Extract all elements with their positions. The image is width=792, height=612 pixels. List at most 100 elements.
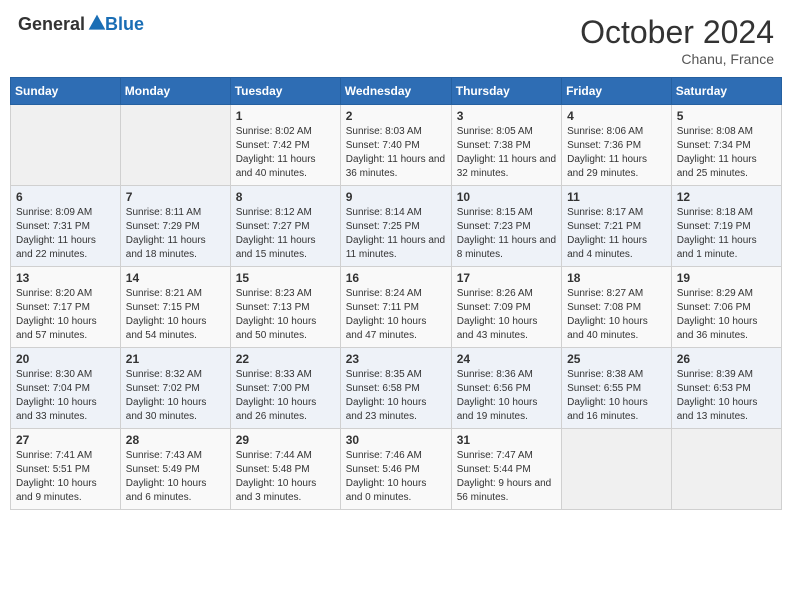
day-number: 16 [346,271,446,285]
calendar-day-cell: 28 Sunrise: 7:43 AM Sunset: 5:49 PM Dayli… [120,429,230,510]
day-info: Sunrise: 8:15 AM Sunset: 7:23 PM Dayligh… [457,206,556,262]
day-info: Sunrise: 8:09 AM Sunset: 7:31 PM Dayligh… [16,206,115,262]
day-number: 2 [346,109,446,123]
day-info: Sunrise: 8:39 AM Sunset: 6:53 PM Dayligh… [677,368,776,424]
day-info: Sunrise: 8:03 AM Sunset: 7:40 PM Dayligh… [346,125,446,181]
location-text: Chanu, France [580,51,774,67]
calendar-day-cell: 2 Sunrise: 8:03 AM Sunset: 7:40 PM Daylig… [340,105,451,186]
calendar-day-cell: 15 Sunrise: 8:23 AM Sunset: 7:13 PM Dayli… [230,267,340,348]
calendar-header-row: SundayMondayTuesdayWednesdayThursdayFrid… [11,78,782,105]
day-info: Sunrise: 8:38 AM Sunset: 6:55 PM Dayligh… [567,368,666,424]
day-of-week-header: Tuesday [230,78,340,105]
calendar-week-row: 6 Sunrise: 8:09 AM Sunset: 7:31 PM Daylig… [11,186,782,267]
day-info: Sunrise: 8:29 AM Sunset: 7:06 PM Dayligh… [677,287,776,343]
calendar-day-cell: 19 Sunrise: 8:29 AM Sunset: 7:06 PM Dayli… [671,267,781,348]
day-info: Sunrise: 8:18 AM Sunset: 7:19 PM Dayligh… [677,206,776,262]
calendar-table: SundayMondayTuesdayWednesdayThursdayFrid… [10,77,782,510]
day-number: 9 [346,190,446,204]
calendar-week-row: 27 Sunrise: 7:41 AM Sunset: 5:51 PM Dayli… [11,429,782,510]
day-number: 27 [16,433,115,447]
calendar-day-cell: 21Sunrise: 8:32 AM Sunset: 7:02 PM Dayli… [120,348,230,429]
day-info: Sunrise: 7:41 AM Sunset: 5:51 PM Dayligh… [16,449,115,505]
day-info: Sunrise: 8:26 AM Sunset: 7:09 PM Dayligh… [457,287,556,343]
day-number: 19 [677,271,776,285]
calendar-week-row: 1Sunrise: 8:02 AM Sunset: 7:42 PM Daylig… [11,105,782,186]
day-info: Sunrise: 7:47 AM Sunset: 5:44 PM Dayligh… [457,449,556,505]
day-info: Sunrise: 8:24 AM Sunset: 7:11 PM Dayligh… [346,287,446,343]
day-info: Sunrise: 8:33 AM Sunset: 7:00 PM Dayligh… [236,368,335,424]
calendar-day-cell: 22 Sunrise: 8:33 AM Sunset: 7:00 PM Dayli… [230,348,340,429]
day-number: 28 [126,433,225,447]
day-number: 7 [126,190,225,204]
calendar-day-cell: 11 Sunrise: 8:17 AM Sunset: 7:21 PM Dayli… [562,186,672,267]
day-info: Sunrise: 8:08 AM Sunset: 7:34 PM Dayligh… [677,125,776,181]
calendar-day-cell: 17 Sunrise: 8:26 AM Sunset: 7:09 PM Dayli… [451,267,561,348]
calendar-day-cell: 18 Sunrise: 8:27 AM Sunset: 7:08 PM Dayli… [562,267,672,348]
calendar-day-cell: 16 Sunrise: 8:24 AM Sunset: 7:11 PM Dayli… [340,267,451,348]
calendar-day-cell: 26 Sunrise: 8:39 AM Sunset: 6:53 PM Dayli… [671,348,781,429]
day-number: 13 [16,271,115,285]
calendar-day-cell: 12Sunrise: 8:18 AM Sunset: 7:19 PM Dayli… [671,186,781,267]
logo: General Blue [18,14,144,35]
day-info: Sunrise: 8:27 AM Sunset: 7:08 PM Dayligh… [567,287,666,343]
calendar-day-cell: 27 Sunrise: 7:41 AM Sunset: 5:51 PM Dayli… [11,429,121,510]
calendar-day-cell: 30Sunrise: 7:46 AM Sunset: 5:46 PM Dayli… [340,429,451,510]
day-of-week-header: Monday [120,78,230,105]
day-info: Sunrise: 8:21 AM Sunset: 7:15 PM Dayligh… [126,287,225,343]
day-number: 17 [457,271,556,285]
day-number: 15 [236,271,335,285]
calendar-day-cell: 29Sunrise: 7:44 AM Sunset: 5:48 PM Dayli… [230,429,340,510]
day-info: Sunrise: 8:20 AM Sunset: 7:17 PM Dayligh… [16,287,115,343]
day-info: Sunrise: 7:43 AM Sunset: 5:49 PM Dayligh… [126,449,225,505]
calendar-day-cell: 20 Sunrise: 8:30 AM Sunset: 7:04 PM Dayli… [11,348,121,429]
calendar-day-cell: 7Sunrise: 8:11 AM Sunset: 7:29 PM Daylig… [120,186,230,267]
logo-icon [87,13,107,33]
day-info: Sunrise: 7:46 AM Sunset: 5:46 PM Dayligh… [346,449,446,505]
logo-general-text: General [18,14,85,35]
day-number: 31 [457,433,556,447]
day-number: 25 [567,352,666,366]
day-of-week-header: Wednesday [340,78,451,105]
calendar-week-row: 20 Sunrise: 8:30 AM Sunset: 7:04 PM Dayli… [11,348,782,429]
day-number: 20 [16,352,115,366]
day-number: 1 [236,109,335,123]
day-info: Sunrise: 8:14 AM Sunset: 7:25 PM Dayligh… [346,206,446,262]
day-number: 5 [677,109,776,123]
day-number: 22 [236,352,335,366]
calendar-day-cell: 10 Sunrise: 8:15 AM Sunset: 7:23 PM Dayli… [451,186,561,267]
calendar-day-cell: 31 Sunrise: 7:47 AM Sunset: 5:44 PM Dayli… [451,429,561,510]
calendar-day-cell: 25 Sunrise: 8:38 AM Sunset: 6:55 PM Dayli… [562,348,672,429]
calendar-day-cell: 4Sunrise: 8:06 AM Sunset: 7:36 PM Daylig… [562,105,672,186]
month-title: October 2024 [580,14,774,51]
calendar-day-cell: 9 Sunrise: 8:14 AM Sunset: 7:25 PM Daylig… [340,186,451,267]
day-info: Sunrise: 8:35 AM Sunset: 6:58 PM Dayligh… [346,368,446,424]
day-info: Sunrise: 8:05 AM Sunset: 7:38 PM Dayligh… [457,125,556,181]
calendar-day-cell [562,429,672,510]
day-info: Sunrise: 8:32 AM Sunset: 7:02 PM Dayligh… [126,368,225,424]
day-number: 26 [677,352,776,366]
calendar-week-row: 13 Sunrise: 8:20 AM Sunset: 7:17 PM Dayli… [11,267,782,348]
day-info: Sunrise: 8:06 AM Sunset: 7:36 PM Dayligh… [567,125,666,181]
calendar-day-cell: 14 Sunrise: 8:21 AM Sunset: 7:15 PM Dayli… [120,267,230,348]
day-info: Sunrise: 8:23 AM Sunset: 7:13 PM Dayligh… [236,287,335,343]
day-info: Sunrise: 8:36 AM Sunset: 6:56 PM Dayligh… [457,368,556,424]
calendar-day-cell: 3Sunrise: 8:05 AM Sunset: 7:38 PM Daylig… [451,105,561,186]
calendar-day-cell: 13 Sunrise: 8:20 AM Sunset: 7:17 PM Dayli… [11,267,121,348]
calendar-day-cell: 8 Sunrise: 8:12 AM Sunset: 7:27 PM Daylig… [230,186,340,267]
calendar-day-cell [11,105,121,186]
day-number: 11 [567,190,666,204]
day-of-week-header: Thursday [451,78,561,105]
day-info: Sunrise: 8:30 AM Sunset: 7:04 PM Dayligh… [16,368,115,424]
calendar-day-cell: 6 Sunrise: 8:09 AM Sunset: 7:31 PM Daylig… [11,186,121,267]
day-number: 24 [457,352,556,366]
day-number: 18 [567,271,666,285]
day-of-week-header: Friday [562,78,672,105]
day-number: 8 [236,190,335,204]
day-info: Sunrise: 8:12 AM Sunset: 7:27 PM Dayligh… [236,206,335,262]
day-of-week-header: Sunday [11,78,121,105]
day-info: Sunrise: 8:17 AM Sunset: 7:21 PM Dayligh… [567,206,666,262]
day-number: 6 [16,190,115,204]
day-number: 14 [126,271,225,285]
calendar-day-cell: 5 Sunrise: 8:08 AM Sunset: 7:34 PM Daylig… [671,105,781,186]
day-number: 10 [457,190,556,204]
